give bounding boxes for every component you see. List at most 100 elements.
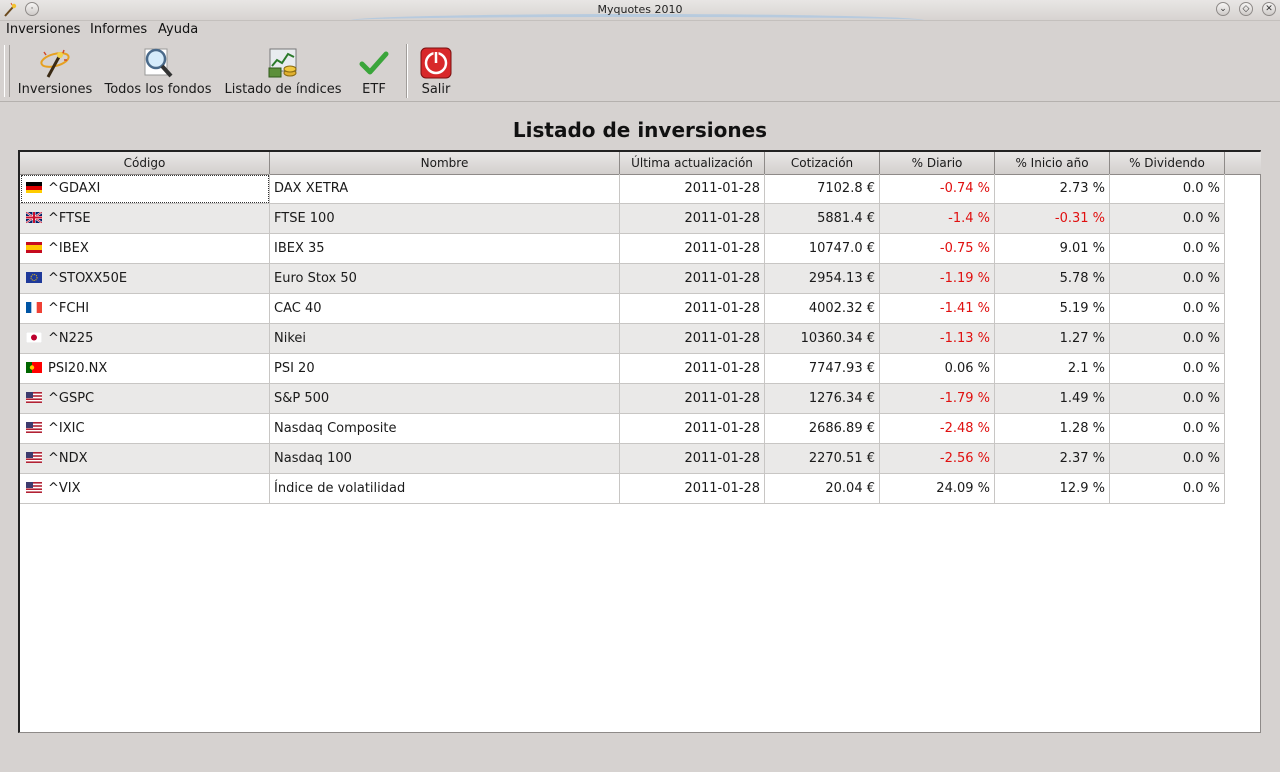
table-row[interactable]: ^NDX Nasdaq 100 2011-01-28 2270.51 € -2.56 %…: [20, 444, 1225, 474]
cell-ultima-actualizacion[interactable]: 2011-01-28: [620, 384, 765, 414]
cell-ultima-actualizacion[interactable]: 2011-01-28: [620, 324, 765, 354]
cell-dividendo[interactable]: 0.0 %: [1110, 234, 1225, 264]
cell-inicio-ano[interactable]: 1.49 %: [995, 384, 1110, 414]
cell-cotizacion[interactable]: 7102.8 €: [765, 174, 880, 204]
cell-codigo[interactable]: ^IBEX: [20, 234, 270, 264]
cell-cotizacion[interactable]: 7747.93 €: [765, 354, 880, 384]
cell-cotizacion[interactable]: 2270.51 €: [765, 444, 880, 474]
cell-dividendo[interactable]: 0.0 %: [1110, 174, 1225, 204]
cell-cotizacion[interactable]: 1276.34 €: [765, 384, 880, 414]
cell-nombre[interactable]: Nasdaq Composite: [270, 414, 620, 444]
cell-diario[interactable]: -1.13 %: [880, 324, 995, 354]
cell-codigo[interactable]: ^VIX: [20, 474, 270, 504]
maximize-button[interactable]: ◇: [1239, 2, 1253, 16]
toolbar-inversiones-button[interactable]: Inversiones: [14, 44, 96, 100]
column-header-cotizacion[interactable]: Cotización: [765, 152, 880, 174]
table-row[interactable]: ^IBEX IBEX 35 2011-01-28 10747.0 € -0.75 % 9.…: [20, 234, 1225, 264]
cell-diario[interactable]: -1.41 %: [880, 294, 995, 324]
cell-inicio-ano[interactable]: 9.01 %: [995, 234, 1110, 264]
cell-nombre[interactable]: Nasdaq 100: [270, 444, 620, 474]
cell-codigo[interactable]: ^IXIC: [20, 414, 270, 444]
cell-dividendo[interactable]: 0.0 %: [1110, 384, 1225, 414]
column-header-diario[interactable]: % Diario: [880, 152, 995, 174]
cell-nombre[interactable]: DAX XETRA: [270, 174, 620, 204]
table-row[interactable]: ^STOXX50E Euro Stox 50 2011-01-28 2954.13 €…: [20, 264, 1225, 294]
cell-cotizacion[interactable]: 5881.4 €: [765, 204, 880, 234]
cell-dividendo[interactable]: 0.0 %: [1110, 324, 1225, 354]
table-row[interactable]: ^FTSE FTSE 100 2011-01-28 5881.4 € -1.4 % -0.…: [20, 204, 1225, 234]
cell-inicio-ano[interactable]: -0.31 %: [995, 204, 1110, 234]
cell-dividendo[interactable]: 0.0 %: [1110, 474, 1225, 504]
cell-inicio-ano[interactable]: 2.1 %: [995, 354, 1110, 384]
cell-ultima-actualizacion[interactable]: 2011-01-28: [620, 264, 765, 294]
menu-informes[interactable]: Informes: [90, 22, 147, 37]
cell-diario[interactable]: 0.06 %: [880, 354, 995, 384]
menu-inversiones[interactable]: Inversiones: [6, 22, 80, 37]
table-row[interactable]: ^GDAXI DAX XETRA 2011-01-28 7102.8 € -0.74 %…: [20, 174, 1225, 204]
cell-ultima-actualizacion[interactable]: 2011-01-28: [620, 444, 765, 474]
cell-diario[interactable]: -1.4 %: [880, 204, 995, 234]
cell-inicio-ano[interactable]: 5.78 %: [995, 264, 1110, 294]
toolbar-listado-indices-button[interactable]: Listado de índices: [222, 44, 344, 100]
table-row[interactable]: ^GSPC S&P 500 2011-01-28 1276.34 € -1.79 % 1.…: [20, 384, 1225, 414]
cell-cotizacion[interactable]: 2954.13 €: [765, 264, 880, 294]
cell-diario[interactable]: -2.48 %: [880, 414, 995, 444]
table-row[interactable]: ^VIX Índice de volatilidad 2011-01-28 20.04…: [20, 474, 1225, 504]
menu-ayuda[interactable]: Ayuda: [158, 22, 198, 37]
cell-cotizacion[interactable]: 10747.0 €: [765, 234, 880, 264]
cell-dividendo[interactable]: 0.0 %: [1110, 264, 1225, 294]
table-row[interactable]: ^IXIC Nasdaq Composite 2011-01-28 2686.89 €…: [20, 414, 1225, 444]
cell-ultima-actualizacion[interactable]: 2011-01-28: [620, 474, 765, 504]
toolbar-grip[interactable]: [4, 45, 10, 97]
cell-codigo[interactable]: ^GDAXI: [20, 174, 270, 204]
cell-codigo[interactable]: ^N225: [20, 324, 270, 354]
cell-cotizacion[interactable]: 4002.32 €: [765, 294, 880, 324]
cell-ultima-actualizacion[interactable]: 2011-01-28: [620, 294, 765, 324]
cell-ultima-actualizacion[interactable]: 2011-01-28: [620, 174, 765, 204]
table-row[interactable]: PSI20.NX PSI 20 2011-01-28 7747.93 € 0.06 % 2…: [20, 354, 1225, 384]
cell-inicio-ano[interactable]: 12.9 %: [995, 474, 1110, 504]
table-row[interactable]: ^N225 Nikei 2011-01-28 10360.34 € -1.13 % 1.2…: [20, 324, 1225, 354]
cell-inicio-ano[interactable]: 1.28 %: [995, 414, 1110, 444]
column-header-nombre[interactable]: Nombre: [270, 152, 620, 174]
cell-nombre[interactable]: Euro Stox 50: [270, 264, 620, 294]
cell-diario[interactable]: 24.09 %: [880, 474, 995, 504]
investments-table[interactable]: Código Nombre Última actualización Cotiz…: [18, 150, 1261, 733]
cell-inicio-ano[interactable]: 1.27 %: [995, 324, 1110, 354]
cell-codigo[interactable]: ^FCHI: [20, 294, 270, 324]
cell-dividendo[interactable]: 0.0 %: [1110, 204, 1225, 234]
cell-nombre[interactable]: FTSE 100: [270, 204, 620, 234]
cell-cotizacion[interactable]: 20.04 €: [765, 474, 880, 504]
cell-diario[interactable]: -0.74 %: [880, 174, 995, 204]
cell-dividendo[interactable]: 0.0 %: [1110, 294, 1225, 324]
column-header-inicio-ano[interactable]: % Inicio año: [995, 152, 1110, 174]
cell-codigo[interactable]: ^NDX: [20, 444, 270, 474]
cell-nombre[interactable]: S&P 500: [270, 384, 620, 414]
cell-dividendo[interactable]: 0.0 %: [1110, 444, 1225, 474]
cell-ultima-actualizacion[interactable]: 2011-01-28: [620, 354, 765, 384]
column-header-ultima-actualizacion[interactable]: Última actualización: [620, 152, 765, 174]
cell-diario[interactable]: -1.19 %: [880, 264, 995, 294]
cell-cotizacion[interactable]: 2686.89 €: [765, 414, 880, 444]
minimize-button[interactable]: ⌄: [1216, 2, 1230, 16]
cell-codigo[interactable]: PSI20.NX: [20, 354, 270, 384]
cell-ultima-actualizacion[interactable]: 2011-01-28: [620, 414, 765, 444]
cell-dividendo[interactable]: 0.0 %: [1110, 354, 1225, 384]
cell-cotizacion[interactable]: 10360.34 €: [765, 324, 880, 354]
cell-inicio-ano[interactable]: 2.37 %: [995, 444, 1110, 474]
cell-inicio-ano[interactable]: 5.19 %: [995, 294, 1110, 324]
cell-dividendo[interactable]: 0.0 %: [1110, 414, 1225, 444]
cell-diario[interactable]: -0.75 %: [880, 234, 995, 264]
cell-inicio-ano[interactable]: 2.73 %: [995, 174, 1110, 204]
cell-nombre[interactable]: CAC 40: [270, 294, 620, 324]
column-header-dividendo[interactable]: % Dividendo: [1110, 152, 1225, 174]
cell-ultima-actualizacion[interactable]: 2011-01-28: [620, 234, 765, 264]
cell-ultima-actualizacion[interactable]: 2011-01-28: [620, 204, 765, 234]
cell-nombre[interactable]: Índice de volatilidad: [270, 474, 620, 504]
cell-codigo[interactable]: ^STOXX50E: [20, 264, 270, 294]
toolbar-etf-button[interactable]: ETF: [352, 44, 396, 100]
cell-nombre[interactable]: Nikei: [270, 324, 620, 354]
cell-diario[interactable]: -1.79 %: [880, 384, 995, 414]
close-button[interactable]: ✕: [1262, 2, 1276, 16]
table-row[interactable]: ^FCHI CAC 40 2011-01-28 4002.32 € -1.41 % 5.1…: [20, 294, 1225, 324]
